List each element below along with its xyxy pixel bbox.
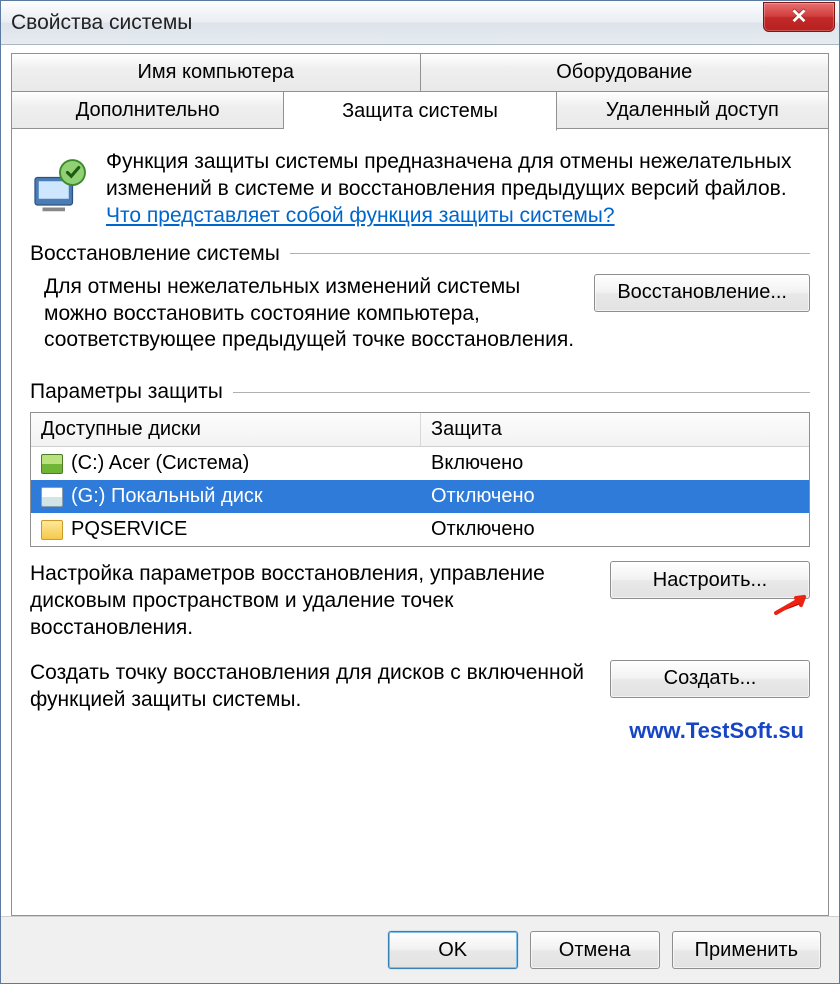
tab-system-protection[interactable]: Защита системы: [284, 91, 556, 131]
apply-button[interactable]: Применить: [672, 931, 821, 969]
system-properties-window: Свойства системы ✕ Имя компьютера Оборуд…: [0, 0, 840, 984]
ok-button[interactable]: OK: [388, 931, 518, 969]
list-header: Доступные диски Защита: [31, 413, 809, 447]
system-protection-icon: [30, 155, 90, 215]
drive-name: (G:) Покальный диск: [71, 485, 263, 508]
tab-strip: Имя компьютера Оборудование Дополнительн…: [11, 53, 829, 129]
dialog-content: Имя компьютера Оборудование Дополнительн…: [1, 45, 839, 916]
create-description: Создать точку восстановления для дисков …: [30, 660, 594, 714]
configure-description: Настройка параметров восстановления, упр…: [30, 561, 594, 642]
close-button[interactable]: ✕: [763, 2, 835, 32]
close-icon: ✕: [791, 4, 808, 29]
drive-row[interactable]: (G:) Покальный диск Отключено: [31, 480, 809, 513]
tab-panel-system-protection: Функция защиты системы предназначена для…: [11, 128, 829, 916]
drive-icon: [41, 520, 63, 540]
drive-icon: [41, 487, 63, 507]
drive-row[interactable]: PQSERVICE Отключено: [31, 513, 809, 546]
dialog-button-row: OK Отмена Применить: [1, 916, 839, 983]
drive-name: (C:) Acer (Система): [71, 452, 249, 475]
tab-advanced[interactable]: Дополнительно: [11, 91, 284, 129]
group-restore-label: Восстановление системы: [30, 242, 810, 266]
intro-text: Функция защиты системы предназначена для…: [106, 149, 810, 230]
col-protection[interactable]: Защита: [421, 413, 809, 446]
drive-status: Отключено: [421, 516, 809, 543]
drive-name: PQSERVICE: [71, 518, 187, 541]
create-button[interactable]: Создать...: [610, 660, 810, 698]
group-protect-label: Параметры защиты: [30, 380, 810, 404]
restore-description: Для отмены нежелательных изменений систе…: [44, 274, 578, 355]
restore-button[interactable]: Восстановление...: [594, 274, 810, 312]
drive-status: Включено: [421, 450, 809, 477]
col-available-drives[interactable]: Доступные диски: [31, 413, 421, 446]
drive-status: Отключено: [421, 483, 809, 510]
intro-block: Функция защиты системы предназначена для…: [30, 149, 810, 230]
help-link[interactable]: Что представляет собой функция защиты си…: [106, 204, 615, 227]
titlebar[interactable]: Свойства системы ✕: [1, 1, 839, 45]
configure-button[interactable]: Настроить...: [610, 561, 810, 599]
drive-row[interactable]: (C:) Acer (Система) Включено: [31, 447, 809, 480]
drives-list: Доступные диски Защита (C:) Acer (Систем…: [30, 412, 810, 547]
watermark-text: www.TestSoft.su: [30, 718, 804, 744]
tab-computer-name[interactable]: Имя компьютера: [11, 53, 421, 91]
tab-remote[interactable]: Удаленный доступ: [557, 91, 829, 129]
tab-hardware[interactable]: Оборудование: [421, 53, 830, 91]
window-title: Свойства системы: [11, 11, 192, 35]
drive-icon: [41, 454, 63, 474]
cancel-button[interactable]: Отмена: [530, 931, 660, 969]
